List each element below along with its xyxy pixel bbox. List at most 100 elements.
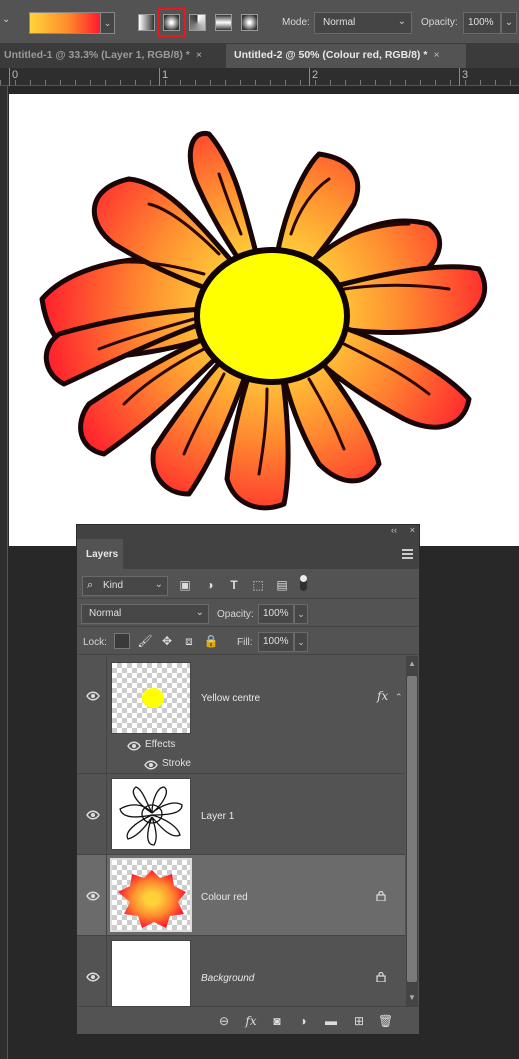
layers-list: Yellow centre fx ⌃ Effects Stroke Layer … [77,656,405,1006]
visibility-eye-icon[interactable] [86,810,100,820]
fill-dropdown[interactable]: ⌄ [294,632,308,652]
layer-row-colour-red[interactable]: Colour red [77,855,405,936]
collapse-panel-icon[interactable]: ‹‹ [391,525,397,535]
scrollbar-thumb[interactable] [407,676,417,982]
mode-label: Mode: [282,17,310,28]
gradient-picker-dropdown[interactable]: ⌄ [101,12,115,34]
scroll-down-icon[interactable]: ▼ [406,992,418,1004]
tab-untitled-1[interactable]: Untitled-1 @ 33.3% (Layer 1, RGB/8) * × [0,44,224,68]
linear-gradient-icon[interactable] [138,14,155,31]
effects-label[interactable]: Effects [145,739,175,750]
radial-gradient-icon[interactable] [157,8,186,37]
layer-row-yellow-centre[interactable]: Yellow centre fx ⌃ Effects Stroke [77,656,405,774]
lock-row: Lock: 🖌 ✥ ⧈ 🔒 Fill: 100% ⌄ [77,627,419,655]
lock-image-pixels-icon[interactable]: 🖌 [137,633,153,649]
layer-row-background[interactable]: Background [77,936,405,1006]
smart-object-filter-icon[interactable]: ▤ [276,579,288,591]
add-mask-icon[interactable]: ◙ [270,1014,284,1028]
link-layers-icon[interactable]: ⊖ [217,1014,231,1028]
ruler-label: 0 [12,69,19,81]
kind-value: Kind [103,580,124,591]
document-canvas[interactable] [9,94,519,546]
opacity-dropdown[interactable]: ⌄ [501,12,517,34]
panel-menu-icon[interactable] [402,549,413,559]
pixel-layer-filter-icon[interactable]: ▣ [179,579,191,591]
tab-layers[interactable]: Layers [77,539,123,569]
layer-name[interactable]: Yellow centre [201,693,260,704]
effects-visibility-eye-icon[interactable] [127,741,141,751]
mode-value: Normal [323,17,356,28]
flower-center [194,247,350,385]
layer-thumbnail [111,778,191,850]
fill-input[interactable]: 100% [258,632,294,652]
layers-panel: ‹‹ × Layers ⌕ Kind ⌄ ▣ ◑ T ⬚ ▤ Normal ⌄ … [76,524,420,1034]
mode-select[interactable]: Normal ⌄ [314,12,412,34]
blend-mode-select[interactable]: Normal ⌄ [81,604,209,624]
visibility-eye-icon[interactable] [86,691,100,701]
adjustment-layer-filter-icon[interactable]: ◑ [204,579,216,591]
lock-position-icon[interactable]: ✥ [159,633,175,649]
chevron-down-icon: ⌄ [195,607,204,618]
tool-preset-chevron-icon[interactable]: ⌄ [2,14,14,28]
document-tab-bar: Untitled-1 @ 33.3% (Layer 1, RGB/8) * × U… [0,44,519,68]
tab-label: Untitled-2 @ 50% (Colour red, RGB/8) * [234,49,428,61]
layer-name[interactable]: Layer 1 [201,811,234,822]
lock-transparent-pixels-icon[interactable] [114,633,130,649]
layer-name[interactable]: Background [201,973,254,984]
visibility-eye-icon[interactable] [86,972,100,982]
new-adjustment-layer-icon[interactable]: ◑ [296,1014,310,1028]
stroke-effect-label[interactable]: Stroke [162,758,191,769]
layers-panel-footer: ⊖ fx ◙ ◑ ▬ ⊞ 🗑 [77,1006,419,1034]
add-layer-style-icon[interactable]: fx [244,1014,258,1028]
lock-label: Lock: [83,637,107,648]
shape-layer-filter-icon[interactable]: ⬚ [252,579,264,591]
flower-artwork [39,131,488,511]
visibility-eye-icon[interactable] [86,891,100,901]
search-icon: ⌕ [87,579,94,591]
new-layer-icon[interactable]: ⊞ [352,1014,366,1028]
layer-row-layer-1[interactable]: Layer 1 [77,774,405,855]
layer-opacity-dropdown[interactable]: ⌄ [294,604,308,624]
ruler-label: 1 [162,69,169,81]
filter-toggle-switch[interactable] [300,575,307,591]
options-bar: ⌄ ⌄ Mode: Normal ⌄ Opacity: 100% ⌄ [0,0,519,44]
layer-thumbnail [110,858,192,932]
layer-thumbnail [111,662,191,734]
layer-thumbnail [111,940,191,1006]
diamond-gradient-icon[interactable] [241,14,258,31]
close-panel-icon[interactable]: × [410,525,415,535]
close-icon[interactable]: × [433,49,439,61]
new-group-icon[interactable]: ▬ [324,1014,338,1028]
angle-gradient-icon[interactable] [189,14,206,31]
layers-scrollbar[interactable]: ▲ ▼ [406,656,418,1006]
fx-badge[interactable]: fx [377,689,388,703]
reflected-gradient-icon[interactable] [215,14,232,31]
tab-untitled-2[interactable]: Untitled-2 @ 50% (Colour red, RGB/8) * × [226,44,466,68]
ruler-label: 2 [312,69,319,81]
chevron-up-icon[interactable]: ⌃ [395,692,403,703]
stroke-visibility-eye-icon[interactable] [144,760,158,770]
opacity-label: Opacity: [217,609,254,620]
gradient-preview-swatch[interactable] [29,12,101,34]
kind-filter-select[interactable]: ⌕ Kind ⌄ [82,576,168,596]
close-icon[interactable]: × [196,49,202,61]
lock-all-icon[interactable]: 🔒 [203,633,219,649]
blend-mode-value: Normal [89,608,122,619]
vertical-ruler[interactable] [0,86,8,1059]
layer-name[interactable]: Colour red [201,892,248,903]
opacity-input[interactable]: 100% [463,12,501,34]
layer-opacity-input[interactable]: 100% [258,604,294,624]
type-layer-filter-icon[interactable]: T [228,579,240,591]
blend-row: Normal ⌄ Opacity: 100% ⌄ [77,599,419,627]
layer-lock-icon[interactable] [376,972,386,982]
tab-label: Untitled-1 @ 33.3% (Layer 1, RGB/8) * [4,49,190,61]
layer-lock-icon[interactable] [376,891,386,901]
opacity-label: Opacity: [421,17,458,28]
scroll-up-icon[interactable]: ▲ [406,658,418,670]
ruler-label: 3 [462,69,469,81]
chevron-down-icon: ⌄ [154,579,163,590]
horizontal-ruler[interactable]: 0 1 2 3 [0,68,519,86]
prevent-auto-nesting-icon[interactable]: ⧈ [181,633,197,649]
delete-layer-icon[interactable]: 🗑 [378,1014,393,1028]
chevron-down-icon: ⌄ [397,16,406,27]
